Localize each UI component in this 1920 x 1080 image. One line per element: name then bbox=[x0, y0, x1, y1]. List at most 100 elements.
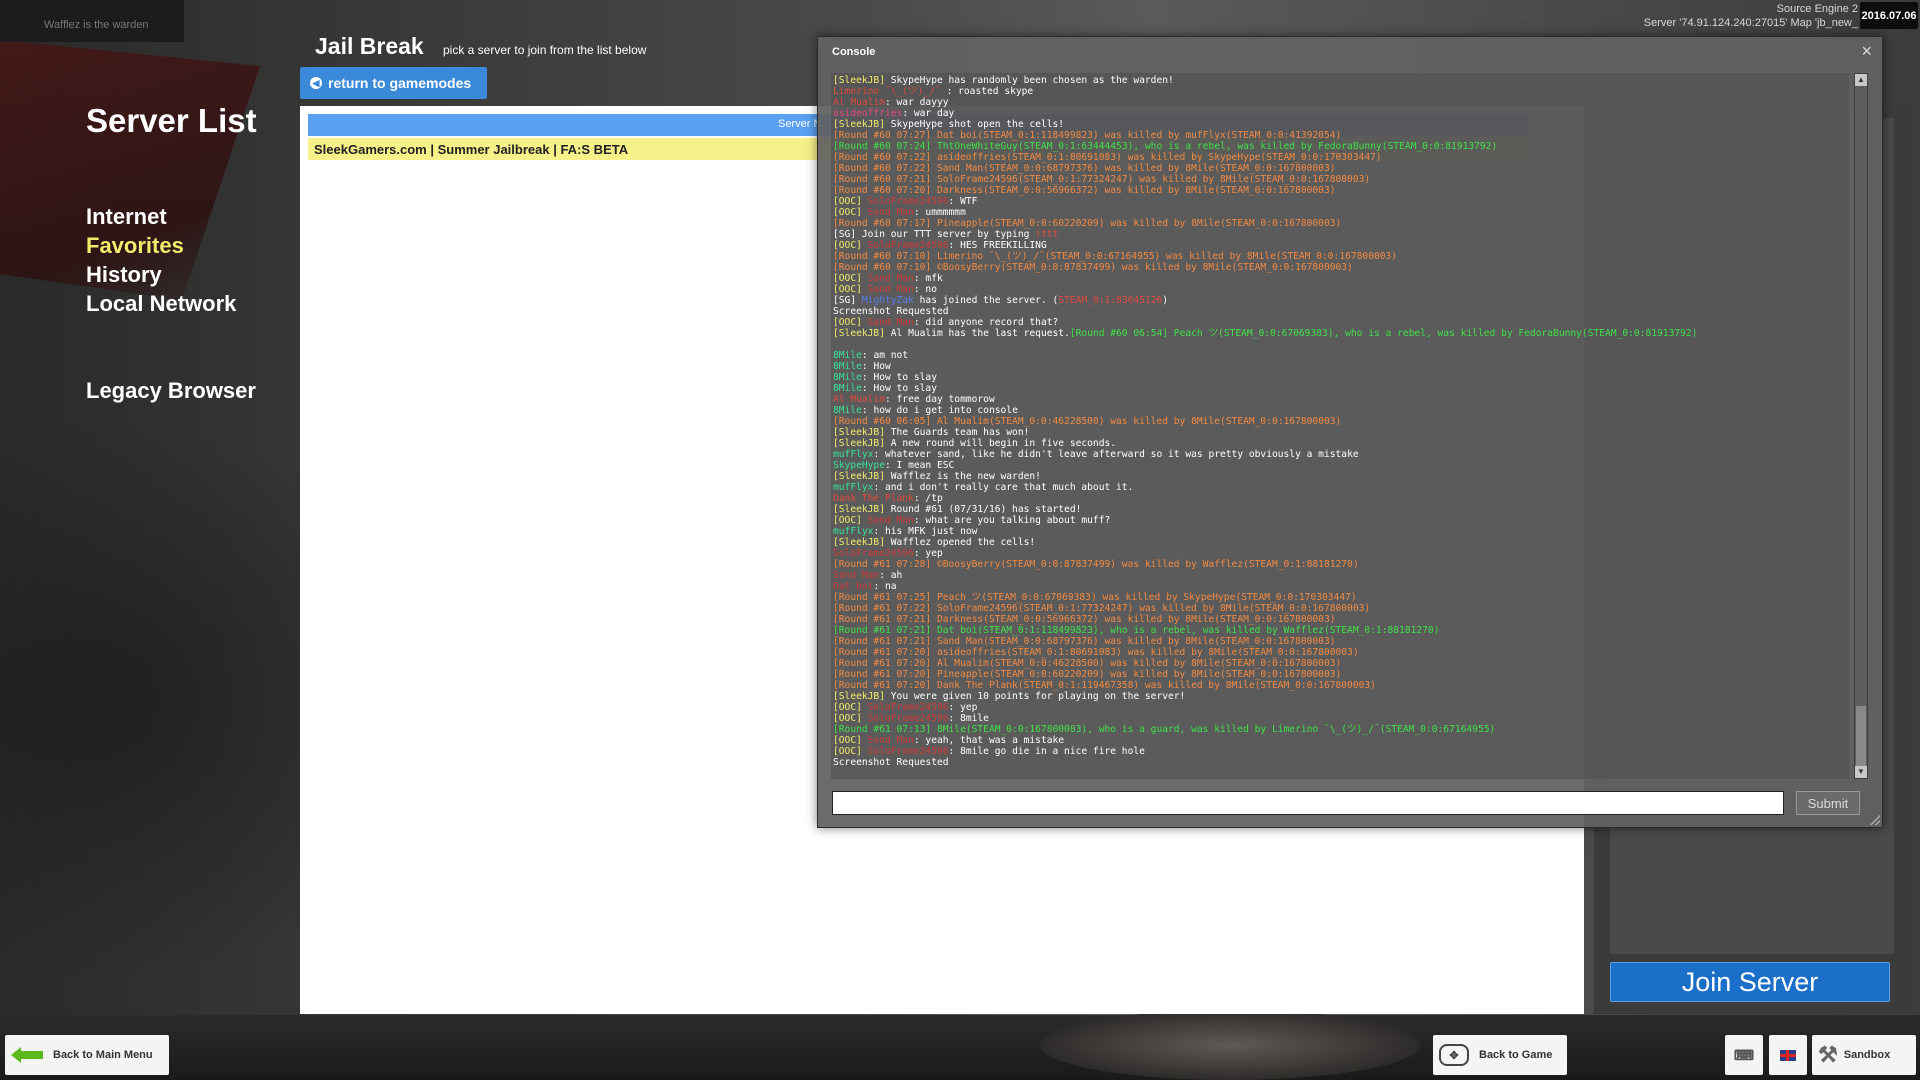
console-line: [OOC] Sand Man: yeah, that was a mistake bbox=[833, 735, 1849, 746]
console-line-segment: Sand Man bbox=[867, 284, 914, 295]
console-line: Dank The Plank: /tp bbox=[833, 493, 1849, 504]
console-line-segment: : war dayyy bbox=[884, 97, 949, 108]
console-line: [OOC] Sand Man: what are you talking abo… bbox=[833, 515, 1849, 526]
console-line: mufFlyx: whatever sand, like he didn't l… bbox=[833, 449, 1849, 460]
console-line: [OOC] SoloFrame24596: yep bbox=[833, 702, 1849, 713]
console-line: [Round #60 07:20] Darkness(STEAM_0:0:569… bbox=[833, 185, 1849, 196]
console-line-segment: asideoffries bbox=[833, 108, 903, 119]
console-line: [Round #61 07:22] SoloFrame24596(STEAM_0… bbox=[833, 603, 1849, 614]
console-line-segment: Screenshot Requested bbox=[833, 306, 949, 317]
console-line-segment: : free day tommorow bbox=[884, 394, 995, 405]
console-line-segment: [SleekJB] bbox=[833, 504, 891, 515]
console-line-segment: SoloFrame24596 bbox=[867, 196, 949, 207]
scroll-up-icon[interactable]: ▲ bbox=[1855, 74, 1867, 86]
back-to-game-label: Back to Game bbox=[1479, 1049, 1553, 1061]
console-line-segment: [OOC] bbox=[833, 196, 868, 207]
console-input[interactable] bbox=[832, 791, 1784, 815]
resize-grip-icon[interactable] bbox=[1870, 815, 1880, 825]
submit-button[interactable]: Submit bbox=[1796, 791, 1860, 815]
console-line-segment: [SleekJB] bbox=[833, 75, 891, 86]
nav-item-favorites[interactable]: Favorites bbox=[86, 231, 236, 260]
console-line-segment: [Round #61 07:21] Dat boi(STEAM_0:1:1184… bbox=[833, 625, 1440, 636]
console-line-segment: SoloFrame24596 bbox=[867, 702, 949, 713]
scroll-down-icon[interactable]: ▼ bbox=[1855, 766, 1867, 778]
console-line: [SG] MightyZak has joined the server. (S… bbox=[833, 295, 1849, 306]
console-line-segment: : am not bbox=[861, 350, 909, 361]
console-line-segment: 8Mile bbox=[833, 361, 862, 372]
console-line-segment: [SleekJB] bbox=[833, 119, 891, 130]
background-player-feet bbox=[1040, 1010, 1420, 1080]
console-line-segment: : whatever sand, like he didn't leave af… bbox=[873, 449, 1359, 460]
language-button[interactable] bbox=[1769, 1035, 1807, 1075]
green-left-arrow-icon bbox=[11, 1047, 43, 1063]
console-line-segment: [Round #60 06:05] Al Mualim(STEAM_0:0:46… bbox=[833, 416, 1342, 427]
console-line-segment: [SG] Join our TTT server by typing bbox=[833, 229, 1036, 240]
console-line: 8Mile: How to slay bbox=[833, 372, 1849, 383]
console-line-segment: SoloFrame24596 bbox=[867, 713, 949, 724]
console-line-segment: : yeah, that was a mistake bbox=[913, 735, 1065, 746]
console-scrollbar[interactable]: ▲ ▼ bbox=[1854, 73, 1868, 779]
console-line-segment: Sand Man bbox=[867, 273, 914, 284]
console-line-segment: : mfk bbox=[913, 273, 943, 284]
console-line: [SleekJB] Al Mualim has the last request… bbox=[833, 328, 1849, 339]
console-line: [Round #60 07:10] ©BoosyBerry(STEAM_0:0:… bbox=[833, 262, 1849, 273]
controller-button[interactable]: ⌨ bbox=[1725, 1035, 1763, 1075]
console-line-segment: [OOC] bbox=[833, 735, 868, 746]
back-to-main-menu-button[interactable]: Back to Main Menu bbox=[5, 1035, 169, 1075]
console-line-segment: 8Mile bbox=[833, 405, 862, 416]
console-line-segment: : How to slay bbox=[861, 383, 937, 394]
console-line-segment: SkypeHype has randomly been chosen as th… bbox=[890, 75, 1174, 86]
console-line: [OOC] Sand Man: no bbox=[833, 284, 1849, 295]
console-line-segment: Al Mualim has the last request. bbox=[890, 328, 1070, 339]
controller-icon: ⌨ bbox=[1733, 1046, 1755, 1063]
console-line: [SG] Join our TTT server by typing !ttt bbox=[833, 229, 1849, 240]
console-line-segment: Round #61 (07/31/16) has started! bbox=[890, 504, 1082, 515]
console-line-segment: [SleekJB] bbox=[833, 427, 891, 438]
gamepad-icon: ✥ bbox=[1439, 1044, 1469, 1066]
back-to-game-button[interactable]: ✥ Back to Game bbox=[1433, 1035, 1567, 1075]
console-line-segment: has joined the server. ( bbox=[913, 295, 1059, 306]
console-line-segment: [Round #60 07:10] ©BoosyBerry(STEAM_0:0:… bbox=[833, 262, 1353, 273]
console-line: [Round #60 07:27] Dat boi(STEAM_0:1:1184… bbox=[833, 130, 1849, 141]
console-line: Dat boi: na bbox=[833, 581, 1849, 592]
nav-item-legacy-browser[interactable]: Legacy Browser bbox=[86, 376, 256, 405]
console-line: Al Mualim: war dayyy bbox=[833, 97, 1849, 108]
close-icon[interactable]: × bbox=[1861, 41, 1872, 62]
console-line: [OOC] Sand Man: mfk bbox=[833, 273, 1849, 284]
console-line-segment: [SleekJB] bbox=[833, 328, 891, 339]
console-line-segment: [Round #60 07:21] SoloFrame24596(STEAM_0… bbox=[833, 174, 1371, 185]
console-line: [Round #61 07:20] Dank The Plank(STEAM_0… bbox=[833, 680, 1849, 691]
console-line-segment: [Round #60 07:22] asideoffries(STEAM_0:1… bbox=[833, 152, 1382, 163]
back-circle-icon: ◀ bbox=[310, 77, 322, 89]
console-line: [Round #60 07:24] ThtOneWhiteGuy(STEAM_0… bbox=[833, 141, 1849, 152]
console-line-segment: [Round #61 07:21] Sand Man(STEAM_0:0:687… bbox=[833, 636, 1336, 647]
return-to-gamemodes-button[interactable]: ◀ return to gamemodes bbox=[300, 67, 487, 99]
join-server-button[interactable]: Join Server bbox=[1610, 962, 1890, 1002]
console-line: [SleekJB] Wafflez opened the cells! bbox=[833, 537, 1849, 548]
nav-item-history[interactable]: History bbox=[86, 260, 236, 289]
console-line-segment: [OOC] bbox=[833, 515, 868, 526]
scroll-thumb[interactable] bbox=[1856, 706, 1866, 766]
console-line: [SleekJB] You were given 10 points for p… bbox=[833, 691, 1849, 702]
console-line-segment: Al Mualim bbox=[833, 97, 885, 108]
gamemode-sandbox-button[interactable]: ⚒ Sandbox bbox=[1812, 1035, 1916, 1075]
nav-item-local-network[interactable]: Local Network bbox=[86, 289, 236, 318]
console-line-segment: [SleekJB] bbox=[833, 438, 891, 449]
console-line-segment: [Round #61 07:28] ©BoosyBerry(STEAM_0:0:… bbox=[833, 559, 1359, 570]
console-line-segment: mufFlyx bbox=[833, 526, 874, 537]
engine-line: Source Engine 2 bbox=[1776, 3, 1858, 15]
console-line-segment: Dat boi bbox=[833, 581, 874, 592]
console-line: [SleekJB] Wafflez is the new warden! bbox=[833, 471, 1849, 482]
console-line-segment: [Round #60 06:54] Peach ツ(STEAM_0:0:6706… bbox=[1069, 328, 1698, 339]
nav-item-internet[interactable]: Internet bbox=[86, 202, 236, 231]
console-line-segment: The Guards team has won! bbox=[890, 427, 1030, 438]
console-line-segment: [SleekJB] bbox=[833, 691, 891, 702]
engine-info: Source Engine 2 Server '74.91.124.240:27… bbox=[1644, 2, 1858, 30]
background-floor bbox=[0, 1015, 1920, 1080]
console-line: Al Mualim: free day tommorow bbox=[833, 394, 1849, 405]
page-title: Server List bbox=[86, 102, 257, 139]
console-line-segment: [OOC] bbox=[833, 746, 868, 757]
console-line-segment: Wafflez is the new warden! bbox=[890, 471, 1041, 482]
console-line-segment: [OOC] bbox=[833, 284, 868, 295]
console-line-segment: mufFlyx bbox=[833, 449, 874, 460]
